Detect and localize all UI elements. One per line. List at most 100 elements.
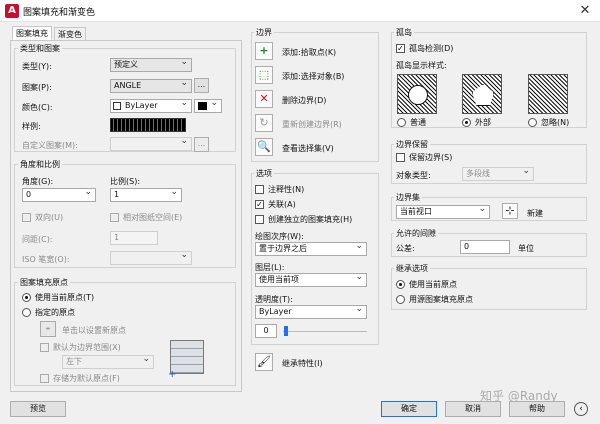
retain-boundary-label: 保留边界(S) [409, 153, 453, 162]
style-ignore-label: 忽略(N) [541, 118, 570, 127]
autocad-logo-icon: A [5, 4, 19, 18]
color-select[interactable]: ByLayer [110, 97, 192, 113]
new-boundary-set-icon[interactable]: ⊹ [502, 203, 518, 219]
relative-checkbox[interactable] [110, 213, 119, 222]
scale-select[interactable]: 1 [110, 186, 182, 202]
recreate-boundary-label[interactable]: 重新创建边界(R) [282, 119, 342, 130]
inherit-current-origin-label: 使用当前原点 [409, 280, 457, 289]
tab-gradient[interactable]: 渐变色 [54, 27, 86, 41]
add-select-objects-icon[interactable]: ⬚ [255, 66, 273, 84]
store-default-checkbox[interactable] [40, 374, 49, 383]
associative-checkbox[interactable]: ✓ [255, 200, 264, 209]
custom-pattern-select[interactable] [110, 135, 192, 151]
spacing-label: 间距(C): [22, 235, 53, 244]
relative-label: 相对图纸空间(E) [123, 213, 183, 222]
pick-origin-icon[interactable]: ⌖ [40, 321, 56, 337]
group-title: 角度和比例 [18, 159, 62, 170]
boundary-set-select[interactable]: 当前视口 [396, 203, 490, 219]
pattern-label: 图案(P): [22, 83, 52, 92]
inherit-source-origin-radio[interactable] [396, 295, 405, 304]
ignore-style-preview-icon [528, 74, 568, 114]
transparency-input[interactable]: 0 [255, 324, 277, 338]
new-boundary-set-label: 新建 [527, 209, 543, 218]
inherit-properties-label[interactable]: 继承特性(I) [282, 358, 323, 369]
inherit-properties-icon[interactable]: 🖌 [255, 353, 273, 371]
group-title: 孤岛 [394, 27, 414, 38]
transparency-slider-track [283, 331, 367, 332]
default-extents-label: 默认为边界范围(X) [53, 343, 121, 352]
scale-label: 比例(S): [110, 177, 141, 186]
collapse-icon[interactable]: ‹ [574, 402, 588, 416]
style-ignore-radio[interactable] [528, 118, 537, 127]
style-outer-radio[interactable] [462, 118, 471, 127]
pattern-browse-button[interactable]: ... [194, 78, 209, 93]
object-type-label: 对象类型: [396, 171, 431, 180]
add-pick-points-icon[interactable]: + [255, 42, 273, 60]
add-select-objects-label[interactable]: 添加:选择对象(B) [282, 71, 344, 82]
pattern-select[interactable]: ANGLE [110, 77, 192, 93]
inherit-source-origin-label: 用源图案填充原点 [409, 295, 473, 304]
specified-origin-radio[interactable] [22, 308, 31, 317]
close-icon[interactable]: ✕ [574, 2, 596, 20]
default-extents-checkbox[interactable] [40, 343, 49, 352]
separate-hatch-label: 创建独立的图案填充(H) [268, 215, 353, 224]
group-title: 边界 [254, 27, 274, 38]
angle-select[interactable]: 0 [22, 186, 96, 202]
island-detect-checkbox[interactable]: ✓ [396, 44, 405, 53]
double-label: 双向(U) [35, 213, 64, 222]
preview-button[interactable]: 预览 [10, 401, 66, 417]
inherit-current-origin-radio[interactable] [396, 280, 405, 289]
group-title: 边界保留 [394, 139, 430, 150]
annotative-checkbox[interactable] [255, 185, 264, 194]
island-detect-label: 孤岛检测(D) [409, 44, 454, 53]
transparency-label: 透明度(T): [255, 295, 293, 304]
custom-pattern-label: 自定义图案(M): [22, 141, 78, 150]
custom-browse-button[interactable]: ... [194, 137, 209, 152]
group-title: 允许的间隙 [394, 228, 438, 239]
store-default-label: 存储为默认原点(F) [53, 374, 120, 383]
remove-boundary-label[interactable]: 删除边界(D) [282, 95, 326, 106]
click-set-origin-label: 单击以设置新原点 [62, 326, 126, 335]
pattern-swatch[interactable] [110, 118, 186, 132]
origin-marker-icon: + [168, 369, 177, 380]
type-label: 类型(Y): [22, 62, 52, 71]
normal-style-preview-icon [397, 74, 437, 114]
iso-select[interactable] [110, 249, 192, 265]
draw-order-label: 绘图次序(W): [255, 232, 304, 241]
cancel-button[interactable]: 取消 [445, 401, 501, 417]
style-normal-radio[interactable] [397, 118, 406, 127]
type-select[interactable]: 预定义 [110, 56, 192, 72]
ok-button[interactable]: 确定 [381, 401, 437, 417]
style-normal-label: 普通 [410, 118, 426, 127]
color-swatch-icon [113, 102, 121, 110]
transparency-select[interactable]: ByLayer [255, 303, 367, 319]
double-checkbox[interactable] [22, 213, 31, 222]
layer-label: 图层(L): [255, 263, 285, 272]
dialog-title: 图案填充和渐变色 [23, 8, 96, 18]
layer-select[interactable]: 使用当前项 [255, 271, 367, 287]
associative-label: 关联(A) [268, 200, 296, 209]
tolerance-input[interactable]: 0 [460, 240, 510, 254]
tolerance-unit: 单位 [518, 244, 534, 253]
use-current-origin-label: 使用当前原点(T) [35, 293, 95, 302]
angle-label: 角度(G): [22, 177, 54, 186]
color-label: 颜色(C): [22, 103, 53, 112]
object-type-select[interactable]: 多段线 [462, 165, 534, 181]
transparency-slider-thumb[interactable] [284, 326, 288, 336]
use-current-origin-radio[interactable] [22, 293, 31, 302]
tab-hatch[interactable]: 图案填充 [12, 26, 52, 40]
separate-hatch-checkbox[interactable] [255, 215, 264, 224]
group-title: 选项 [254, 168, 274, 179]
draw-order-select[interactable]: 置于边界之后 [255, 240, 367, 256]
view-selection-label[interactable]: 查看选择集(V) [282, 143, 334, 154]
group-title: 图案填充原点 [18, 277, 70, 288]
recreate-boundary-icon[interactable]: ↻ [255, 114, 273, 132]
view-selection-icon[interactable]: 🔍 [255, 138, 273, 156]
remove-boundary-icon[interactable]: ✕ [255, 90, 273, 108]
retain-boundary-checkbox[interactable] [396, 153, 405, 162]
help-button[interactable]: 帮助 [509, 401, 565, 417]
position-select[interactable]: 左下 [62, 353, 154, 369]
add-pick-points-label[interactable]: 添加:拾取点(K) [282, 47, 336, 58]
spacing-input[interactable]: 1 [110, 231, 158, 245]
specified-origin-label: 指定的原点 [35, 308, 75, 317]
